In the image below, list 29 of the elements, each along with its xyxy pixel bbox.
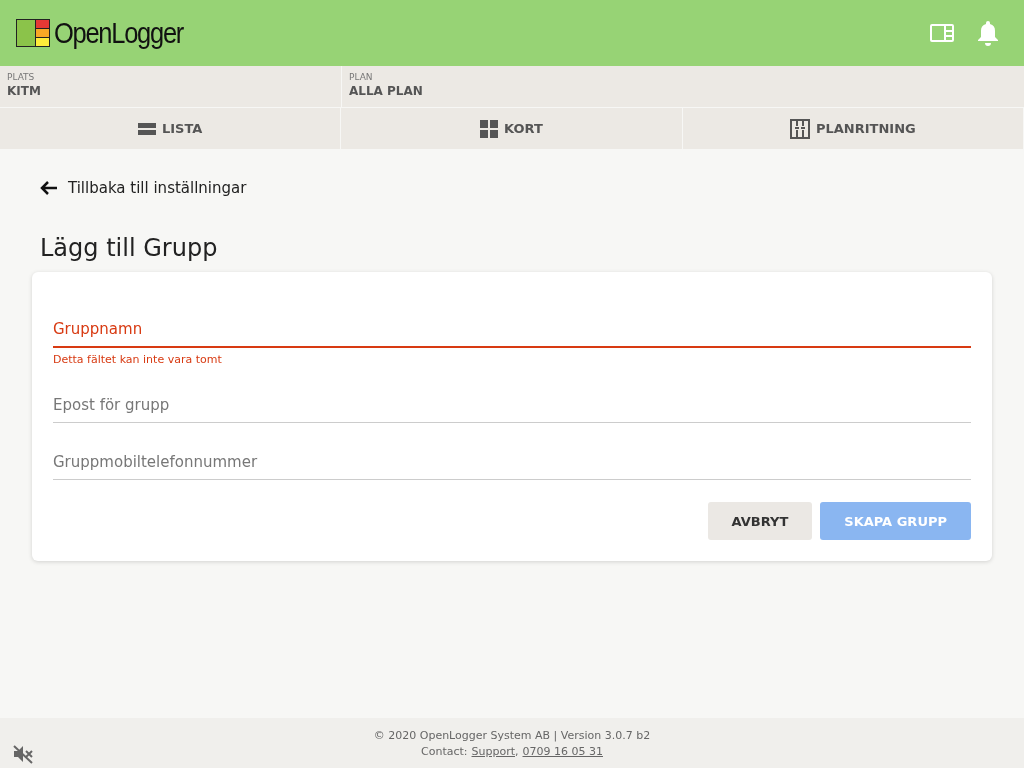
contact-label: Contact: [421,744,468,758]
page-title: Lägg till Grupp [40,234,219,262]
context-selector[interactable]: PLATS KITM [0,66,342,107]
view-tab[interactable]: LISTA [0,108,342,149]
context-selector[interactable]: PLAN ALLA PLAN [342,66,1024,107]
muted-speaker-icon[interactable] [12,744,34,764]
copyright-text: © 2020 OpenLogger System AB | Version 3.0.7 b2 [373,728,651,742]
context-value: KITM [7,84,42,98]
separator: , [515,744,519,758]
logo-icon [16,19,50,47]
error-message: Detta fältet kan inte vara tomt [53,353,223,366]
list-icon [137,121,156,136]
back-arrow-icon [40,180,58,196]
text-field[interactable]: Gruppmobiltelefonnummer [53,439,971,480]
grid-icon [480,119,499,138]
footer-link[interactable]: 0709 16 05 31 [522,744,603,758]
notification-bell-icon[interactable] [976,20,1000,46]
floor-plan-icon [789,118,810,139]
text-field[interactable]: Gruppnamn [53,306,971,348]
view-tab[interactable]: PLANRITNING [682,108,1024,149]
context-label: PLATS [7,72,36,82]
footer-link[interactable]: Support [471,744,515,758]
text-field[interactable]: Epost för grupp [53,382,971,423]
logo-text: OpenLogger [54,16,184,50]
context-label: PLAN [349,72,374,82]
view-tab[interactable]: KORT [341,108,683,149]
context-value: ALLA PLAN [349,84,424,98]
panel-icon[interactable] [930,24,954,42]
cancel-button[interactable]: AVBRYT [707,502,813,540]
